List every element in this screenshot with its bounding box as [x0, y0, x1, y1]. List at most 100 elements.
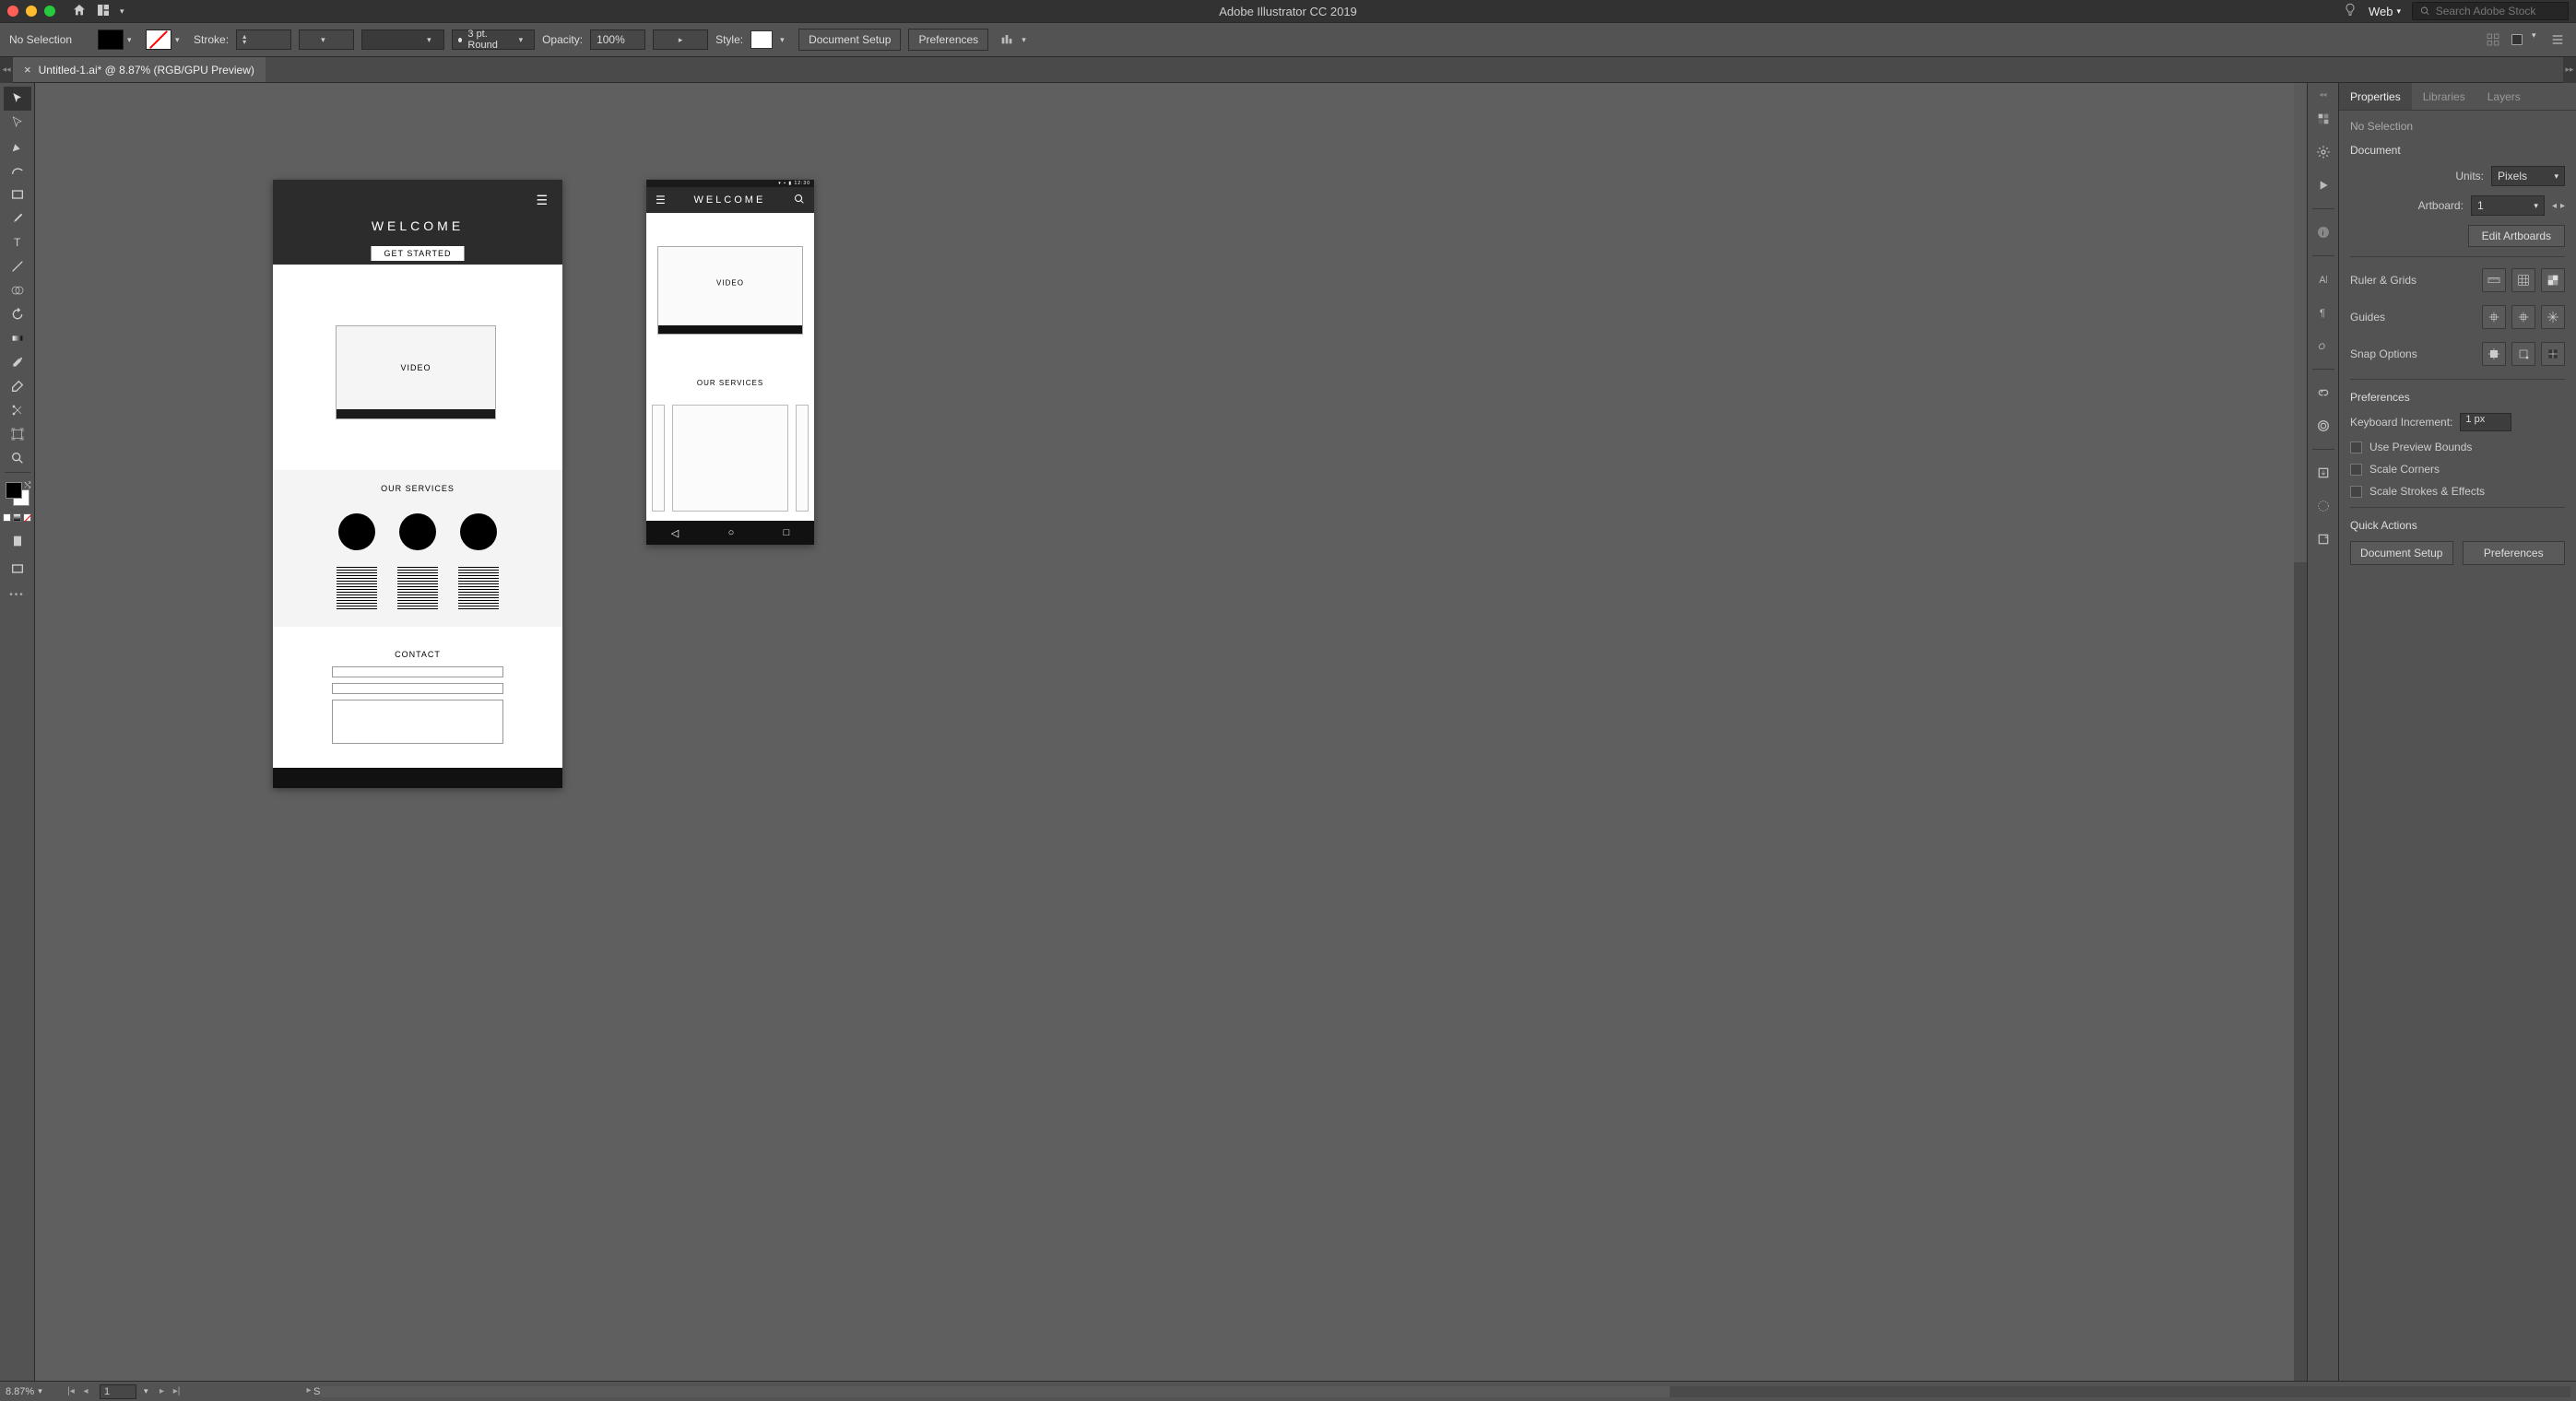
color-panel-icon[interactable] — [2313, 109, 2334, 129]
direct-selection-tool[interactable] — [4, 111, 31, 135]
zoom-tool[interactable] — [4, 446, 31, 470]
align-to-icon[interactable] — [999, 31, 1014, 49]
character-panel-icon[interactable]: A — [2313, 269, 2334, 289]
artboard-1[interactable]: ☰ WELCOME GET STARTED VIDEO OUR SERVICES… — [273, 180, 562, 788]
artboard-tool[interactable] — [4, 422, 31, 446]
draw-mode-icon[interactable] — [4, 529, 31, 553]
transform-panel-icon[interactable] — [2508, 30, 2526, 49]
gradient-tool[interactable] — [4, 326, 31, 350]
artboard-dropdown[interactable]: 1 ▾ — [2471, 195, 2545, 216]
snap-to-point-icon[interactable] — [2511, 342, 2535, 366]
chevron-down-icon[interactable]: ▾ — [780, 35, 791, 45]
qa-preferences-button[interactable]: Preferences — [2463, 541, 2566, 565]
eyedropper-tool[interactable] — [4, 350, 31, 374]
paintbrush-tool[interactable] — [4, 206, 31, 230]
canvas[interactable]: ☰ WELCOME GET STARTED VIDEO OUR SERVICES… — [35, 83, 2307, 1381]
swap-fill-stroke-icon[interactable]: ⤭ — [24, 480, 30, 490]
zoom-display[interactable]: 8.87% ▾ — [6, 1386, 57, 1397]
edit-toolbar-icon[interactable]: ••• — [9, 590, 25, 600]
maximize-window-button[interactable] — [44, 6, 55, 17]
use-preview-bounds-checkbox[interactable] — [2350, 441, 2362, 453]
scale-strokes-checkbox[interactable] — [2350, 486, 2362, 498]
cc-libraries-icon[interactable] — [2313, 416, 2334, 436]
guides-visibility-icon[interactable] — [2482, 305, 2506, 329]
dock-handle[interactable]: ◂◂ — [2315, 90, 2332, 96]
lightbulb-icon[interactable] — [2343, 3, 2357, 20]
variable-width-profile[interactable]: 3 pt. Round ▾ — [452, 29, 535, 50]
tab-handle-left[interactable]: ◂◂ — [0, 57, 13, 83]
scrollbar-thumb[interactable] — [2294, 83, 2307, 562]
fill-stroke-indicator[interactable]: ⤭ — [4, 480, 31, 508]
home-icon[interactable] — [72, 3, 87, 20]
stroke-swatch-group[interactable]: ▾ — [146, 29, 186, 50]
transparency-grid-icon[interactable] — [2541, 268, 2565, 292]
scale-corners-checkbox[interactable] — [2350, 464, 2362, 476]
rectangle-tool[interactable] — [4, 182, 31, 206]
chevron-down-icon[interactable]: ▾ — [1022, 35, 1033, 45]
gear-icon[interactable] — [2313, 142, 2334, 162]
color-mode-swatches[interactable] — [3, 513, 31, 522]
brush-definition-dropdown[interactable]: ▾ — [361, 29, 444, 50]
guides-lock-icon[interactable] — [2511, 305, 2535, 329]
graphic-style-swatch[interactable] — [750, 30, 773, 49]
screen-mode-icon[interactable] — [4, 557, 31, 581]
shape-builder-tool[interactable] — [4, 278, 31, 302]
next-artboard-icon[interactable]: ▸ — [156, 1385, 169, 1398]
stroke-width-input[interactable]: ▴▾ — [236, 29, 291, 50]
fill-indicator[interactable] — [6, 482, 22, 499]
scroll-left-icon[interactable]: ▸ — [307, 1385, 312, 1395]
minimize-window-button[interactable] — [26, 6, 37, 17]
close-tab-icon[interactable]: × — [24, 63, 31, 77]
first-artboard-icon[interactable]: |◂ — [65, 1385, 77, 1398]
preferences-button[interactable]: Preferences — [908, 29, 988, 51]
rotate-tool[interactable] — [4, 302, 31, 326]
edit-artboards-button[interactable]: Edit Artboards — [2468, 225, 2565, 247]
artboard-number-field[interactable]: 1 — [100, 1384, 136, 1399]
pen-tool[interactable] — [4, 135, 31, 159]
paragraph-panel-icon[interactable]: ¶ — [2313, 302, 2334, 323]
opacity-dropdown[interactable]: ▸ — [653, 29, 708, 50]
eraser-tool[interactable] — [4, 374, 31, 398]
selection-tool[interactable] — [4, 87, 31, 111]
fill-swatch[interactable] — [98, 29, 124, 50]
export-icon[interactable] — [2313, 529, 2334, 549]
workspace-dropdown[interactable]: Web ▾ — [2369, 5, 2401, 18]
document-tab[interactable]: × Untitled-1.ai* @ 8.87% (RGB/GPU Previe… — [13, 57, 266, 82]
chevron-down-icon[interactable]: ▾ — [2532, 30, 2543, 49]
scrollbar-thumb[interactable] — [320, 1386, 1671, 1397]
artboards-panel-icon[interactable] — [2313, 496, 2334, 516]
play-icon[interactable] — [2313, 175, 2334, 195]
keyboard-increment-input[interactable]: 1 px — [2460, 413, 2511, 431]
asset-export-icon[interactable] — [2313, 463, 2334, 483]
fill-swatch-group[interactable]: ▾ — [98, 29, 138, 50]
type-tool[interactable]: T — [4, 230, 31, 254]
last-artboard-icon[interactable]: ▸| — [171, 1385, 183, 1398]
tab-libraries[interactable]: Libraries — [2412, 83, 2476, 110]
tab-handle-right[interactable]: ▸▸ — [2563, 57, 2576, 83]
tab-properties[interactable]: Properties — [2339, 83, 2412, 110]
links-panel-icon[interactable] — [2313, 383, 2334, 403]
panel-menu-icon[interactable] — [2548, 30, 2567, 49]
info-icon[interactable]: i — [2313, 222, 2334, 242]
artboard-next-icon[interactable]: ▸ — [2560, 201, 2565, 211]
artboard-2[interactable]: ▾ ▪ ▮ 12:30 ☰ WELCOME VIDEO OUR SERVICES — [646, 180, 814, 545]
chevron-down-icon[interactable]: ▾ — [175, 35, 186, 45]
qa-document-setup-button[interactable]: Document Setup — [2350, 541, 2453, 565]
chevron-down-icon[interactable]: ▾ — [127, 35, 138, 45]
units-dropdown[interactable]: Pixels ▾ — [2491, 166, 2565, 186]
vertical-scrollbar[interactable] — [2294, 83, 2307, 1381]
snap-to-pixel-icon[interactable] — [2482, 342, 2506, 366]
line-segment-tool[interactable] — [4, 254, 31, 278]
search-stock-field[interactable] — [2412, 2, 2569, 20]
opentype-panel-icon[interactable]: O — [2313, 336, 2334, 356]
stroke-swatch[interactable] — [146, 29, 171, 50]
tab-layers[interactable]: Layers — [2476, 83, 2532, 110]
chevron-down-icon[interactable]: ▾ — [120, 6, 131, 17]
document-setup-button[interactable]: Document Setup — [798, 29, 901, 51]
search-input[interactable] — [2436, 5, 2560, 18]
smart-guides-icon[interactable] — [2541, 305, 2565, 329]
opacity-input[interactable]: 100% — [590, 29, 645, 50]
scissors-tool[interactable] — [4, 398, 31, 422]
chevron-down-icon[interactable]: ▾ — [144, 1386, 148, 1396]
prev-artboard-icon[interactable]: ◂ — [79, 1385, 92, 1398]
